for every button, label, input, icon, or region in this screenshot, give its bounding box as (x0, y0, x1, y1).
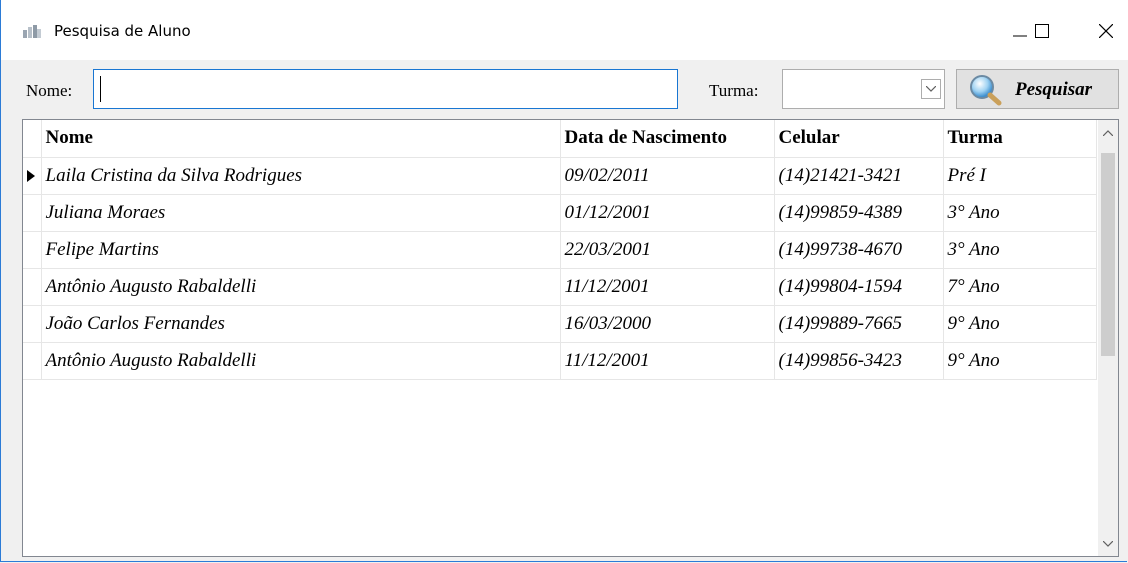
column-header-celular[interactable]: Celular (774, 120, 944, 158)
maximize-button[interactable] (1019, 0, 1059, 60)
scroll-down-icon[interactable] (1103, 541, 1113, 547)
turma-dropdown-button[interactable] (921, 79, 941, 99)
row-header[interactable] (23, 342, 42, 380)
row-header[interactable] (23, 305, 42, 343)
cell-turma[interactable]: 7° Ano (943, 268, 1097, 306)
row-header-corner (23, 120, 42, 158)
cell-celular[interactable]: (14)99738-4670 (774, 231, 944, 269)
search-button[interactable]: Pesquisar (956, 69, 1119, 109)
turma-label: Turma: (709, 81, 759, 100)
cell-nome[interactable]: Antônio Augusto Rabaldelli (41, 342, 561, 380)
table-row[interactable]: João Carlos Fernandes 16/03/2000 (14)998… (23, 305, 1097, 343)
nome-input[interactable] (93, 69, 678, 109)
main-window: Pesquisa de Aluno Nome: Turma: Pesquisar… (0, 0, 1128, 562)
cell-data-nascimento[interactable]: 11/12/2001 (560, 342, 775, 380)
header-row: Nome Data de Nascimento Celular Turma (23, 120, 1097, 158)
row-header[interactable] (23, 268, 42, 306)
students-grid[interactable]: Nome Data de Nascimento Celular Turma La… (22, 119, 1119, 557)
column-header-nome[interactable]: Nome (41, 120, 561, 158)
row-header[interactable] (23, 157, 42, 195)
maximize-icon (1035, 24, 1049, 38)
cell-nome[interactable]: João Carlos Fernandes (41, 305, 561, 343)
column-header-turma[interactable]: Turma (943, 120, 1097, 158)
scrollbar-thumb[interactable] (1101, 153, 1115, 356)
text-caret (100, 76, 101, 102)
row-header[interactable] (23, 194, 42, 232)
cell-celular[interactable]: (14)99804-1594 (774, 268, 944, 306)
grid-content: Nome Data de Nascimento Celular Turma La… (23, 120, 1098, 556)
cell-turma[interactable]: 9° Ano (943, 305, 1097, 343)
cell-data-nascimento[interactable]: 16/03/2000 (560, 305, 775, 343)
search-button-label: Pesquisar (1015, 79, 1093, 100)
cell-turma[interactable]: 3° Ano (943, 194, 1097, 232)
column-header-data-nascimento[interactable]: Data de Nascimento (560, 120, 775, 158)
cell-data-nascimento[interactable]: 11/12/2001 (560, 268, 775, 306)
cell-celular[interactable]: (14)99859-4389 (774, 194, 944, 232)
magnifier-icon (967, 74, 1009, 111)
chevron-down-icon (926, 86, 936, 92)
cell-data-nascimento[interactable]: 09/02/2011 (560, 157, 775, 195)
cell-data-nascimento[interactable]: 22/03/2001 (560, 231, 775, 269)
cell-nome[interactable]: Juliana Moraes (41, 194, 561, 232)
cell-nome[interactable]: Felipe Martins (41, 231, 561, 269)
cell-celular[interactable]: (14)99856-3423 (774, 342, 944, 380)
cell-celular[interactable]: (14)99889-7665 (774, 305, 944, 343)
table-row[interactable]: Juliana Moraes 01/12/2001 (14)99859-4389… (23, 194, 1097, 232)
table-row[interactable]: Antônio Augusto Rabaldelli 11/12/2001 (1… (23, 342, 1097, 380)
cell-data-nascimento[interactable]: 01/12/2001 (560, 194, 775, 232)
current-row-arrow-icon (27, 169, 35, 182)
cell-nome[interactable]: Laila Cristina da Silva Rodrigues (41, 157, 561, 195)
app-icon (23, 25, 41, 39)
window-title: Pesquisa de Aluno (54, 22, 191, 40)
cell-turma[interactable]: Pré I (943, 157, 1097, 195)
turma-select[interactable] (782, 69, 945, 109)
vertical-scrollbar[interactable] (1098, 120, 1118, 556)
close-icon (1099, 24, 1113, 38)
close-button[interactable] (1083, 0, 1128, 60)
students-table: Nome Data de Nascimento Celular Turma La… (23, 120, 1097, 380)
cell-turma[interactable]: 9° Ano (943, 342, 1097, 380)
cell-celular[interactable]: (14)21421-3421 (774, 157, 944, 195)
table-row[interactable]: Laila Cristina da Silva Rodrigues 09/02/… (23, 157, 1097, 195)
title-bar[interactable]: Pesquisa de Aluno (1, 0, 1128, 60)
nome-label: Nome: (26, 81, 73, 100)
cell-nome[interactable]: Antônio Augusto Rabaldelli (41, 268, 561, 306)
table-row[interactable]: Felipe Martins 22/03/2001 (14)99738-4670… (23, 231, 1097, 269)
row-header[interactable] (23, 231, 42, 269)
cell-turma[interactable]: 3° Ano (943, 231, 1097, 269)
scroll-up-icon[interactable] (1103, 130, 1113, 136)
table-row[interactable]: Antônio Augusto Rabaldelli 11/12/2001 (1… (23, 268, 1097, 306)
